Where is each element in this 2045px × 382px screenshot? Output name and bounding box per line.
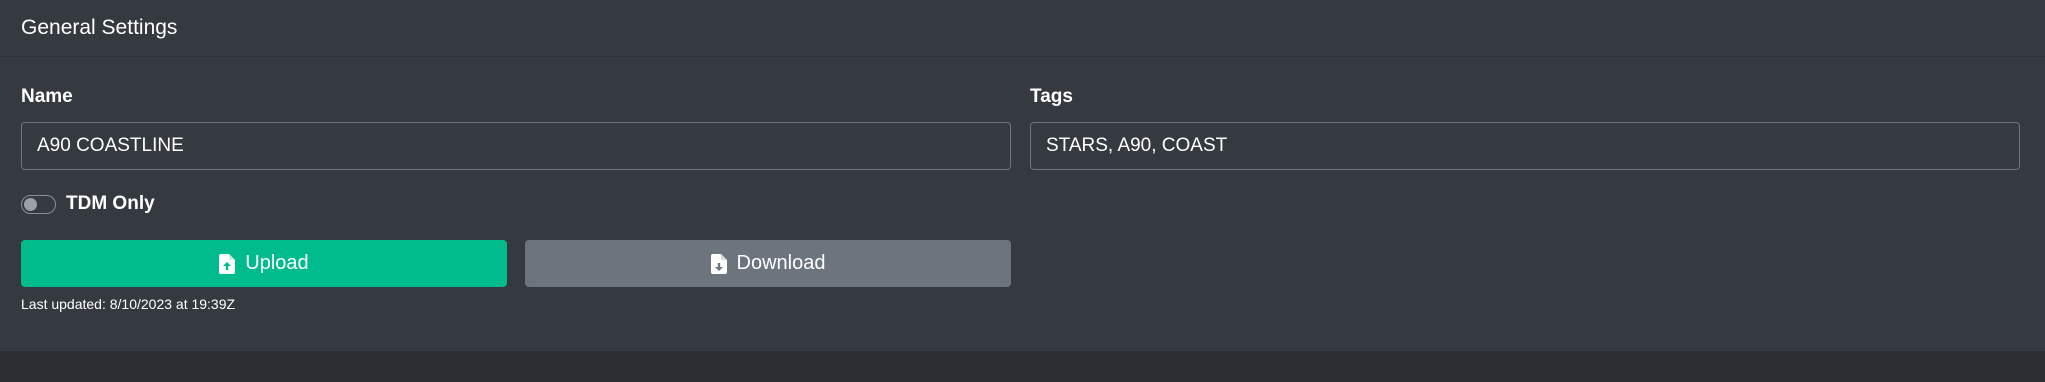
download-button[interactable]: Download [525,240,1011,287]
tdm-only-toggle-row: TDM Only [21,193,155,215]
upload-button[interactable]: Upload [21,240,507,287]
file-upload-icon [219,253,236,274]
card-header: General Settings [0,0,2045,57]
tdm-only-toggle[interactable] [21,194,56,214]
file-download-icon [710,253,727,274]
card-title: General Settings [21,16,178,39]
upload-button-label: Upload [245,252,309,274]
toggle-knob [24,197,37,211]
tags-label: Tags [1030,86,1073,107]
name-input[interactable]: A90 COASTLINE [21,122,1011,170]
tags-input[interactable]: STARS, A90, COAST [1030,122,2020,170]
download-button-label: Download [736,252,826,274]
tdm-only-label: TDM Only [66,193,155,214]
last-updated-text: Last updated: 8/10/2023 at 19:39Z [21,296,236,312]
general-settings-card: General Settings Name A90 COASTLINE Tags… [0,0,2045,351]
name-label: Name [21,86,73,107]
